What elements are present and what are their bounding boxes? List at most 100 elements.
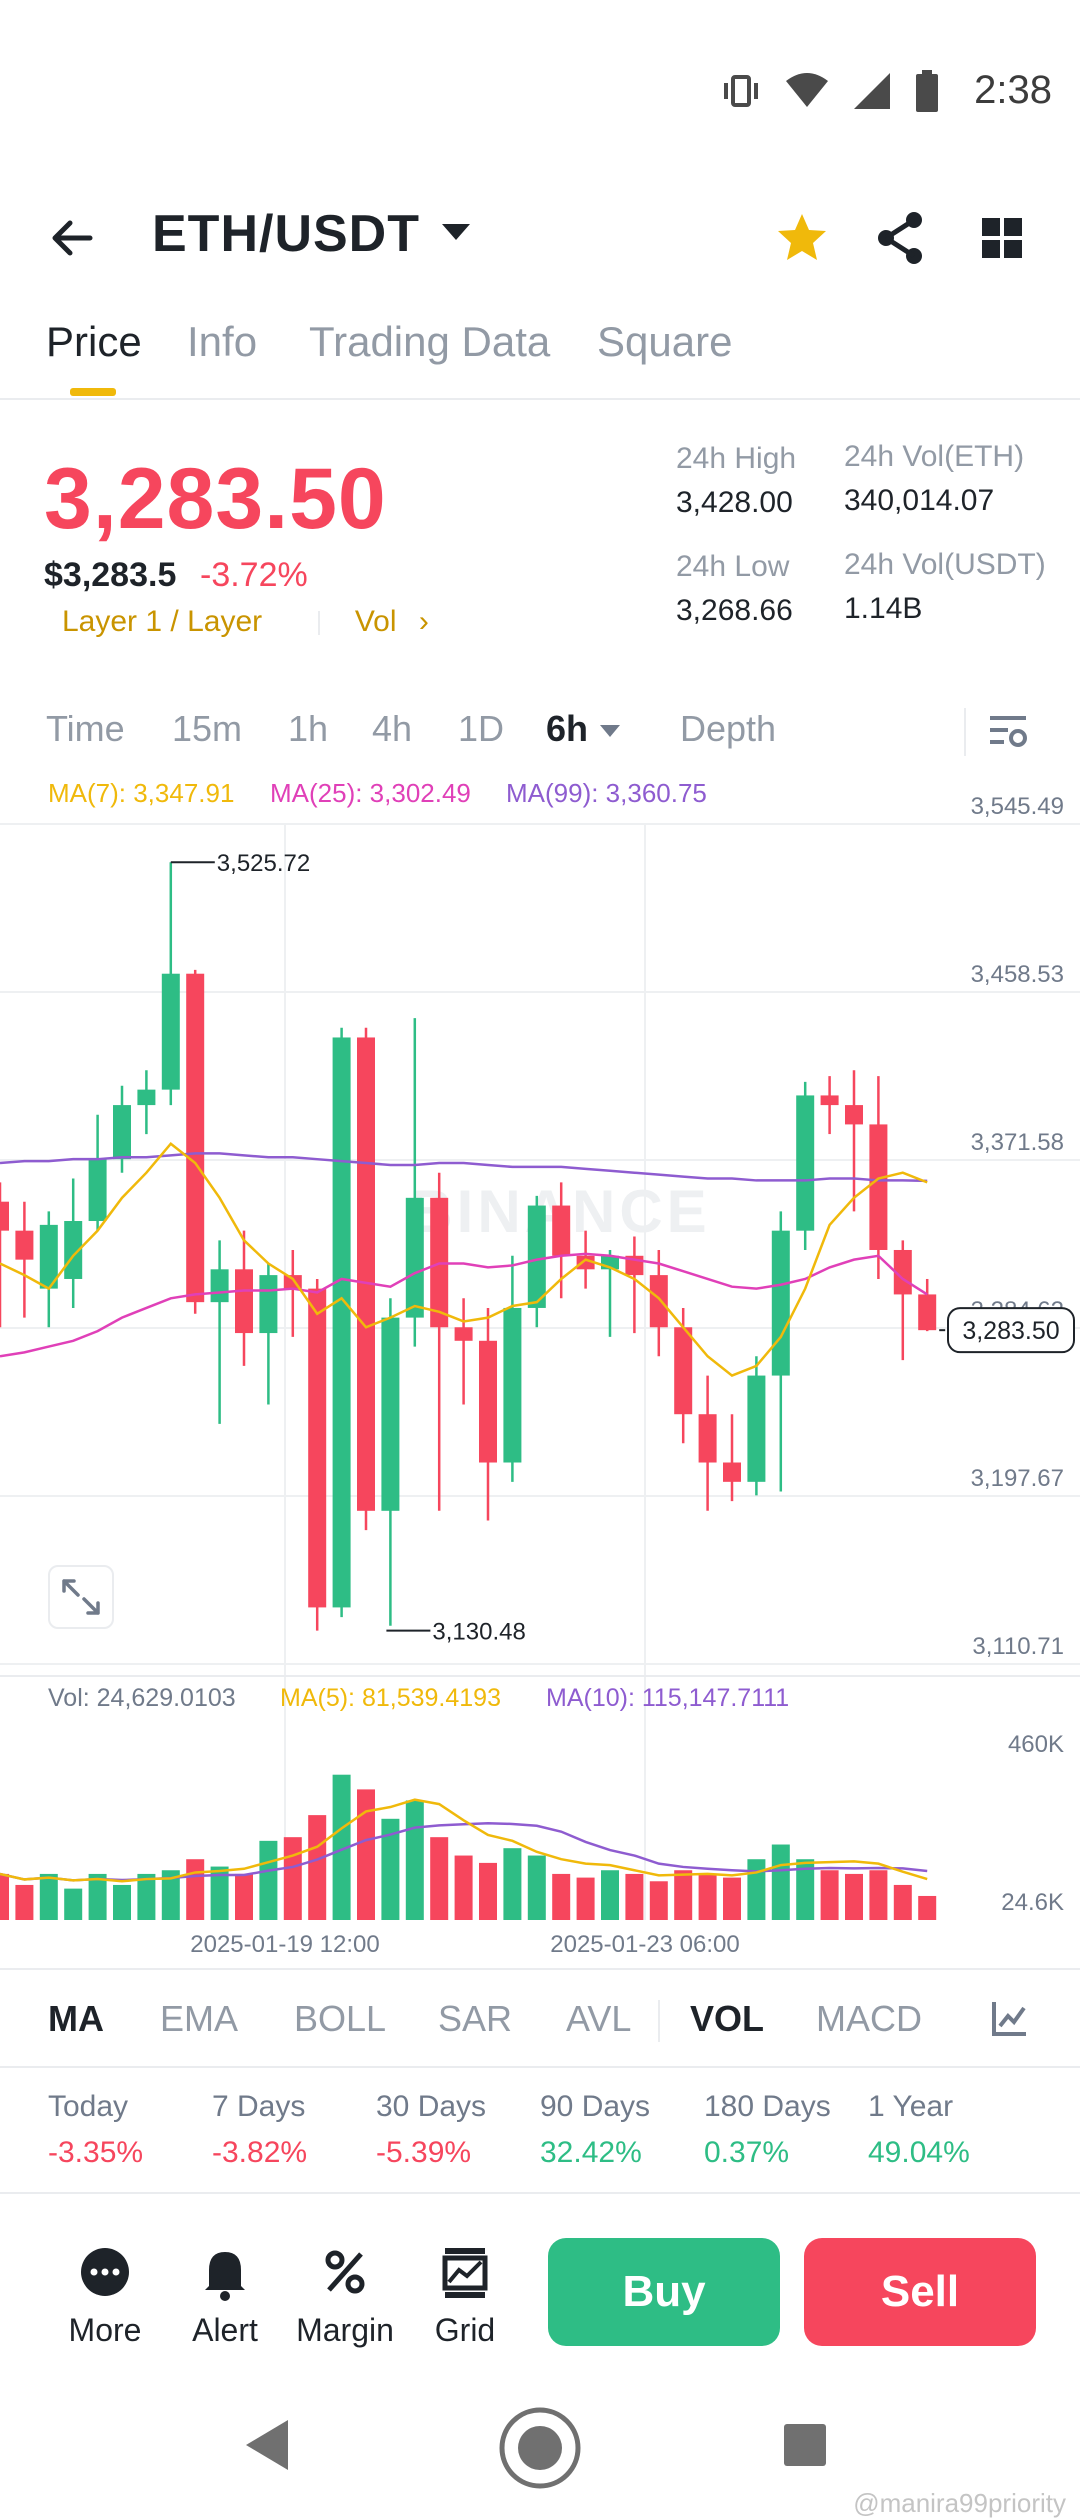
price-tick-label: 3,458.53 [971,961,1064,988]
vol-link[interactable]: Vol [355,605,397,638]
interval-6h[interactable]: 6h [546,708,588,750]
candle-body [161,973,180,1090]
interval-time[interactable]: Time [46,708,125,750]
grid-action[interactable]: Grid [405,2244,525,2348]
candle-body [845,1105,863,1125]
indicator-vol[interactable]: VOL [690,1998,764,2040]
candle-body [0,1201,9,1231]
pair-title[interactable]: ETH/USDT [152,204,420,264]
candle-body [137,1089,156,1106]
candle-body [796,1095,815,1231]
price-tick-label: 3,197.67 [971,1465,1064,1492]
status-icons [720,70,940,112]
sell-button[interactable]: Sell [804,2238,1036,2346]
price-tick-label: 3,545.49 [971,793,1064,820]
low-label: 24h Low [676,550,790,583]
vol-usdt-value: 1.14B [844,592,923,625]
indicator-macd[interactable]: MACD [816,1998,922,2040]
nav-back-icon[interactable] [244,2418,290,2472]
volume-bar [649,1881,668,1920]
interval-1h[interactable]: 1h [288,708,328,750]
caret-down-icon[interactable] [440,220,472,244]
perf-label-7d: 7 Days [212,2090,306,2123]
interval-depth[interactable]: Depth [680,708,776,750]
volume-bar [186,1859,205,1920]
alert-action[interactable]: Alert [165,2244,285,2348]
candle-body [210,1269,229,1303]
volume-bar [235,1873,253,1920]
low-marker-label: 3,130.48 [432,1619,525,1646]
fiat-price: $3,283.5 [44,556,177,594]
chart-settings-icon[interactable] [986,710,1030,754]
vol-legend: Vol: 24,629.0103 [48,1684,236,1712]
nav-home-icon[interactable] [498,2406,582,2490]
candle-body [259,1275,278,1334]
share-icon[interactable] [868,206,932,270]
tab-info[interactable]: Info [187,318,257,366]
price-tick-label: 3,371.58 [971,1129,1064,1156]
active-tab-indicator [70,388,116,396]
volume-bar [308,1815,327,1920]
more-icon [81,2248,129,2296]
low-value: 3,268.66 [676,594,793,627]
performance-divider [0,2192,1080,2194]
volume-bar [430,1837,449,1920]
candle-body [308,1288,327,1608]
candle-body [479,1340,497,1463]
volume-bar [771,1844,790,1920]
date-label: 2025-01-19 12:00 [190,1931,380,1958]
more-label: More [68,2312,142,2348]
perf-value-1y: 49.04% [868,2136,970,2169]
volume-bar [283,1837,302,1920]
price-change: -3.72% [200,556,308,594]
vol-tick-label: 24.6K [1001,1889,1064,1916]
interval-1d[interactable]: 1D [458,708,504,750]
candle-body [405,1197,424,1318]
indicator-sar[interactable]: SAR [438,1998,512,2040]
chevron-right-icon: › [418,605,429,638]
grid-menu-icon[interactable] [970,206,1034,270]
tab-trading-data[interactable]: Trading Data [309,318,550,366]
tab-price[interactable]: Price [46,318,142,366]
interval-4h[interactable]: 4h [372,708,412,750]
volume-bar [552,1873,571,1920]
volume-bar [479,1862,497,1920]
volume-bar [405,1800,424,1920]
nav-recents-icon[interactable] [782,2422,828,2468]
last-price: 3,283.50 [44,451,387,547]
indicator-bar: MA EMA BOLL SAR AVL VOL MACD [0,1968,1080,2068]
vibrate-icon [724,75,758,107]
perf-label-30d: 30 Days [376,2090,487,2123]
interval-15m[interactable]: 15m [172,708,242,750]
indicator-ma[interactable]: MA [48,1998,104,2040]
interval-caret-icon[interactable] [598,722,622,740]
perf-label-180d: 180 Days [704,2090,831,2123]
tag-divider [318,611,321,636]
chart-canvas[interactable]: 3,545.493,458.533,371.583,284.623,197.67… [0,770,1080,1970]
indicator-ema[interactable]: EMA [160,1998,238,2040]
volume-bar [113,1884,131,1920]
battery-icon [916,70,938,112]
expand-icon [62,1579,100,1615]
candle-body [820,1095,839,1106]
margin-action[interactable]: Margin [285,2244,405,2348]
fullscreen-button[interactable] [48,1565,114,1629]
category-tag[interactable]: Layer 1 / Layer [62,605,262,638]
price-chart[interactable]: MA(7): 3,347.91 MA(25): 3,302.49 MA(99):… [0,770,1080,1970]
candle-body [454,1327,473,1341]
indicator-settings-icon[interactable] [990,1998,1030,2038]
buy-button[interactable]: Buy [548,2238,780,2346]
star-icon[interactable] [770,206,834,270]
volume-bar [601,1870,619,1920]
back-arrow-icon[interactable] [44,208,104,268]
volume-bar [0,1873,9,1920]
alert-label: Alert [192,2312,258,2348]
vol-tick-label: 460K [1008,1731,1064,1758]
indicator-avl[interactable]: AVL [566,1998,631,2040]
more-action[interactable]: More [45,2244,165,2348]
tab-square[interactable]: Square [597,318,732,366]
candle-body [113,1105,131,1160]
indicator-boll[interactable]: BOLL [294,1998,386,2040]
candle-body [235,1269,253,1334]
perf-label-1y: 1 Year [868,2090,954,2123]
